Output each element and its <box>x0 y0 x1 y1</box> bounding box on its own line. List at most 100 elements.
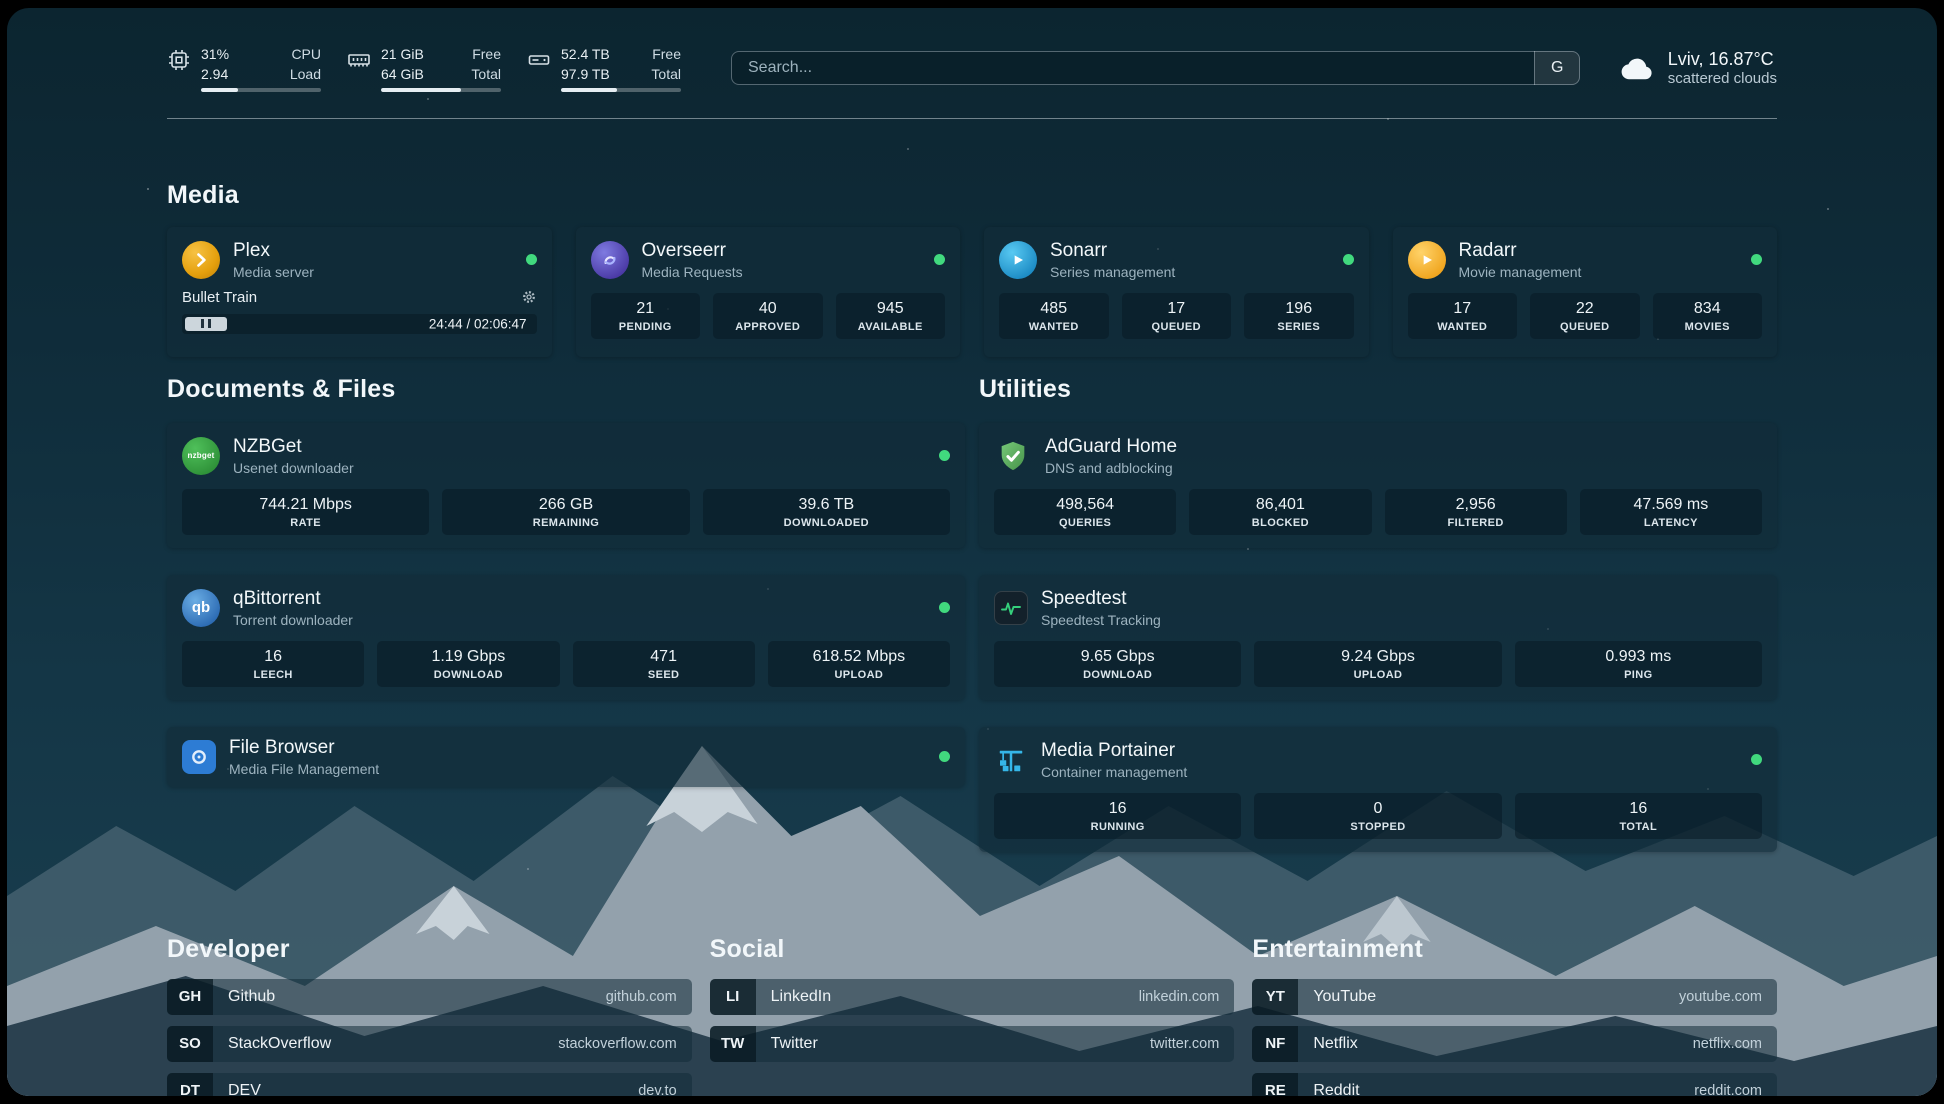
plex-card[interactable]: Plex Media server Bullet Train <box>167 227 552 357</box>
now-playing-title: Bullet Train <box>182 289 257 306</box>
status-dot <box>939 602 950 613</box>
overseerr-card[interactable]: Overseerr Media Requests 21 PENDING 40 A… <box>576 227 961 357</box>
bookmark-twitter[interactable]: TW Twitter twitter.com <box>710 1026 1235 1062</box>
service-name[interactable]: NZBGet <box>233 436 354 458</box>
cpu-icon <box>167 48 191 72</box>
bookmark-netflix[interactable]: NF Netflix netflix.com <box>1252 1026 1777 1062</box>
service-name[interactable]: Sonarr <box>1050 240 1175 262</box>
radarr-card[interactable]: Radarr Movie management 17 WANTED 22 QUE… <box>1393 227 1778 357</box>
service-description: Torrent downloader <box>233 612 353 628</box>
status-dot <box>934 254 945 265</box>
nzbget-icon: nzbget <box>182 437 220 475</box>
bookmark-reddit[interactable]: RE Reddit reddit.com <box>1252 1073 1777 1096</box>
service-description: Media server <box>233 264 314 280</box>
bookmark-github[interactable]: GH Github github.com <box>167 979 692 1015</box>
portainer-card[interactable]: Media Portainer Container management 16 … <box>979 727 1777 852</box>
search-provider-button[interactable]: G <box>1534 51 1580 85</box>
service-name[interactable]: qBittorrent <box>233 588 353 610</box>
status-dot <box>526 254 537 265</box>
stat-leech: 16 LEECH <box>182 641 364 687</box>
service-name[interactable]: Media Portainer <box>1041 740 1187 762</box>
stat-total: 16 TOTAL <box>1515 793 1762 839</box>
status-dot <box>939 751 950 762</box>
search-bar: G <box>731 51 1580 85</box>
service-description: Media File Management <box>229 761 379 777</box>
service-description: Speedtest Tracking <box>1041 612 1161 628</box>
weather-widget: Lviv, 16.87°C scattered clouds <box>1620 49 1777 87</box>
disk-free-label: Free <box>651 44 681 64</box>
service-name[interactable]: Speedtest <box>1041 588 1161 610</box>
stat-upload: 9.24 Gbps UPLOAD <box>1254 641 1501 687</box>
speedtest-icon <box>994 591 1028 625</box>
status-dot <box>1751 754 1762 765</box>
filebrowser-card[interactable]: File Browser Media File Management <box>167 727 965 787</box>
documents-column: Documents & Files nzbget NZBGet Usenet d… <box>167 375 965 879</box>
service-name[interactable]: File Browser <box>229 737 379 759</box>
stat-available: 945 AVAILABLE <box>836 293 946 339</box>
stat-series: 196 SERIES <box>1244 293 1354 339</box>
bookmark-dev[interactable]: DT DEV dev.to <box>167 1073 692 1096</box>
bookmark-abbr: RE <box>1252 1073 1298 1096</box>
playback-time: 24:44 / 02:06:47 <box>429 316 527 331</box>
cpu-widget: 31% 2.94 CPU Load <box>167 44 321 93</box>
bookmark-abbr: SO <box>167 1026 213 1062</box>
stat-movies: 834 MOVIES <box>1653 293 1763 339</box>
social-bookmarks: Social LI LinkedIn linkedin.com TW Twitt… <box>710 935 1235 1096</box>
bookmark-stackoverflow[interactable]: SO StackOverflow stackoverflow.com <box>167 1026 692 1062</box>
utilities-section-title: Utilities <box>979 375 1777 404</box>
stat-seed: 471 SEED <box>573 641 755 687</box>
stat-queued: 17 QUEUED <box>1122 293 1232 339</box>
sonarr-card[interactable]: Sonarr Series management 485 WANTED 17 Q… <box>984 227 1369 357</box>
pause-button[interactable] <box>185 317 227 331</box>
bookmark-url: dev.to <box>638 1073 691 1096</box>
bookmark-linkedin[interactable]: LI LinkedIn linkedin.com <box>710 979 1235 1015</box>
memory-total-label: Total <box>471 64 501 84</box>
service-description: Media Requests <box>642 264 743 280</box>
weather-location: Lviv, 16.87°C <box>1668 49 1777 70</box>
media-section-title: Media <box>167 181 1777 210</box>
bookmark-abbr: TW <box>710 1026 756 1062</box>
disk-widget: 52.4 TB 97.9 TB Free Total <box>527 44 681 93</box>
cpu-usage-value: 31% <box>201 44 229 64</box>
search-input[interactable] <box>731 51 1580 85</box>
service-description: Series management <box>1050 264 1175 280</box>
memory-total-value: 64 GiB <box>381 64 424 84</box>
cpu-load-value: 2.94 <box>201 64 229 84</box>
weather-condition: scattered clouds <box>1668 70 1777 87</box>
service-name[interactable]: Radarr <box>1459 240 1582 262</box>
stat-wanted: 17 WANTED <box>1408 293 1518 339</box>
nzbget-card[interactable]: nzbget NZBGet Usenet downloader 744.21 M… <box>167 423 965 548</box>
bookmark-name: Netflix <box>1298 1026 1692 1062</box>
disk-icon <box>527 48 551 72</box>
service-name[interactable]: AdGuard Home <box>1045 436 1177 458</box>
qbittorrent-icon: qb <box>182 589 220 627</box>
qbittorrent-card[interactable]: qb qBittorrent Torrent downloader 16 LEE… <box>167 575 965 700</box>
media-section: Media Plex Media server <box>167 181 1777 357</box>
entertainment-bookmarks: Entertainment YT YouTube youtube.com NF … <box>1252 935 1777 1096</box>
stat-approved: 40 APPROVED <box>713 293 823 339</box>
cpu-label: CPU <box>290 44 321 64</box>
stat-rate: 744.21 Mbps RATE <box>182 489 429 535</box>
bookmark-url: twitter.com <box>1150 1026 1234 1062</box>
memory-icon <box>347 48 371 72</box>
stat-pending: 21 PENDING <box>591 293 701 339</box>
bookmark-abbr: LI <box>710 979 756 1015</box>
bookmark-name: Twitter <box>756 1026 1150 1062</box>
playback-progress-bar[interactable]: 24:44 / 02:06:47 <box>182 314 537 334</box>
gear-icon[interactable] <box>521 289 537 305</box>
service-name[interactable]: Overseerr <box>642 240 743 262</box>
stat-latency: 47.569 ms LATENCY <box>1580 489 1762 535</box>
speedtest-card[interactable]: Speedtest Speedtest Tracking 9.65 Gbps D… <box>979 575 1777 700</box>
bookmark-youtube[interactable]: YT YouTube youtube.com <box>1252 979 1777 1015</box>
stat-upload: 618.52 Mbps UPLOAD <box>768 641 950 687</box>
adguard-icon <box>994 437 1032 475</box>
service-name[interactable]: Plex <box>233 240 314 262</box>
disk-free-value: 52.4 TB <box>561 44 610 64</box>
bookmark-abbr: YT <box>1252 979 1298 1015</box>
bookmark-url: github.com <box>606 979 692 1015</box>
load-label: Load <box>290 64 321 84</box>
adguard-card[interactable]: AdGuard Home DNS and adblocking 498,564 … <box>979 423 1777 548</box>
bookmark-url: stackoverflow.com <box>558 1026 691 1062</box>
stat-queries: 498,564 QUERIES <box>994 489 1176 535</box>
topbar: 31% 2.94 CPU Load <box>167 8 1777 94</box>
